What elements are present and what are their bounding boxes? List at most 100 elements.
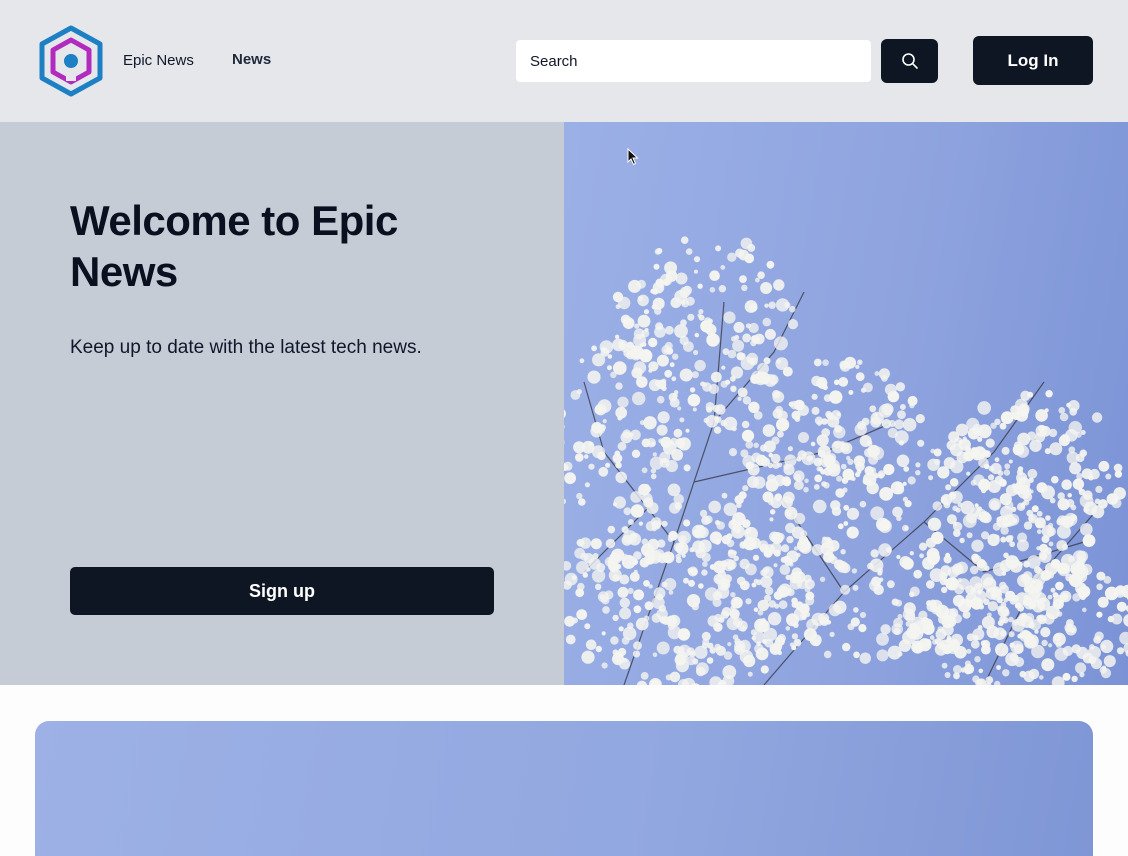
login-button[interactable]: Log In — [973, 36, 1093, 85]
blossom-petal — [1045, 515, 1051, 521]
blossom-petal — [1001, 571, 1006, 576]
blossom-petal — [1069, 462, 1082, 475]
blossom-petal — [683, 577, 689, 584]
blossom-petal — [766, 260, 775, 269]
blossom-petal — [699, 509, 708, 518]
blossom-petal — [625, 350, 635, 360]
blossom-petal — [595, 583, 602, 590]
blossom-petal — [630, 491, 642, 503]
blossom-petal — [702, 561, 708, 567]
blossom-petal — [977, 401, 991, 415]
blossom-petal — [997, 605, 1009, 618]
blossom-petal — [1095, 485, 1103, 493]
blossom-petal — [602, 606, 610, 614]
blossom-petal — [843, 504, 850, 511]
blossom-petal — [742, 485, 749, 492]
blossom-petal — [1082, 534, 1096, 547]
blossom-petal — [896, 554, 901, 560]
blossom-petal — [1116, 647, 1125, 655]
blossom-petal — [990, 422, 997, 429]
blossom-petal — [805, 591, 815, 601]
blossom-petal — [870, 549, 879, 558]
blossom-petal — [777, 650, 782, 656]
blossom-petal — [876, 649, 889, 662]
blossom-petal — [1057, 498, 1070, 511]
blossom-petal — [671, 376, 677, 382]
blossom-petal — [669, 362, 675, 368]
blossom-petal — [999, 422, 1007, 430]
blossom-petal — [661, 385, 667, 392]
blossom-petal — [607, 365, 612, 371]
blossom-petal — [739, 649, 754, 664]
blossom-petal — [798, 432, 809, 443]
blossom-petal — [929, 635, 935, 640]
blossom-petal — [714, 613, 723, 622]
brand-link[interactable]: Epic News — [123, 52, 194, 69]
blossom-petal — [564, 439, 565, 445]
blossom-petal — [936, 610, 944, 618]
blossom-petal — [974, 656, 981, 663]
blossom-petal — [661, 345, 672, 355]
search-input[interactable] — [516, 40, 871, 82]
blossom-petal — [983, 463, 990, 470]
blossom-petal — [631, 449, 641, 458]
blossom-petal — [793, 473, 802, 481]
blossom-petal — [915, 462, 921, 468]
blossom-petal — [772, 641, 783, 652]
blossom-petal — [833, 426, 846, 439]
blossom-petal — [693, 349, 699, 356]
blossom-petal — [648, 337, 658, 348]
blossom-petal — [605, 462, 611, 468]
blossom-petal — [1065, 624, 1077, 636]
blossom-petal — [620, 431, 633, 444]
blossom-petal — [1091, 412, 1103, 423]
blossom-petal — [897, 614, 903, 619]
blossom-petal — [897, 410, 906, 419]
blossom-petal — [1050, 558, 1061, 569]
blossom-petal — [843, 521, 849, 526]
blossom-petal — [683, 519, 691, 527]
hexagon-logo-icon[interactable] — [38, 25, 104, 97]
blossom-petal — [652, 652, 658, 658]
blossom-petal — [785, 522, 796, 534]
blossom-petal — [1069, 407, 1078, 416]
blossom-petal — [637, 314, 651, 328]
blossom-petal — [972, 628, 985, 641]
blossom-petal — [842, 487, 848, 493]
blossom-petal — [1041, 639, 1048, 647]
blossom-petal — [764, 586, 774, 596]
blossom-petal — [706, 406, 713, 413]
blossom-petal — [652, 452, 657, 457]
blossom-petal — [564, 409, 566, 418]
search-button[interactable] — [881, 39, 938, 83]
blossom-petal — [866, 481, 879, 495]
blossom-petal — [721, 492, 728, 499]
blossom-petal — [697, 526, 709, 539]
blossom-petal — [636, 680, 648, 685]
blossom-petal — [687, 393, 701, 407]
nav-link-news[interactable]: News — [232, 51, 271, 68]
blossom-petal — [630, 504, 644, 518]
blossom-petal — [720, 419, 728, 427]
blossom-petal — [836, 561, 849, 573]
blossom-petal — [891, 623, 903, 635]
signup-button[interactable]: Sign up — [70, 567, 494, 615]
blossom-petal — [1017, 574, 1031, 588]
blossom-petal — [661, 520, 668, 527]
blossom-petal — [853, 651, 860, 659]
blossom-petal — [709, 287, 716, 293]
blossom-petal — [1041, 525, 1055, 538]
blossom-petal — [715, 245, 722, 252]
featured-card-image[interactable] — [35, 721, 1093, 856]
blossom-petal — [751, 335, 759, 343]
blossom-petal — [941, 586, 948, 594]
blossom-petal — [993, 627, 1007, 640]
blossom-petal — [683, 341, 694, 352]
blossom-petal — [966, 471, 971, 476]
blossom-petal — [773, 336, 788, 351]
blossom-petal — [1058, 407, 1066, 414]
blossom-petal — [656, 354, 669, 367]
blossom-petal — [755, 277, 760, 283]
blossom-petal — [764, 328, 776, 340]
blossom-petal — [782, 366, 793, 377]
